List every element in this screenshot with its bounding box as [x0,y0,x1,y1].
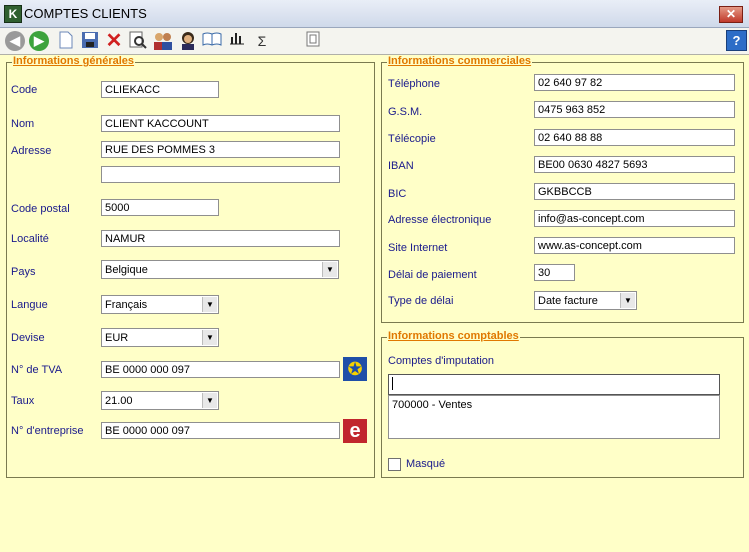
users-icon[interactable] [152,31,172,51]
commercial-info-legend: Informations commerciales [387,55,533,67]
gsm-field[interactable]: 0475 963 852 [534,101,735,118]
chevron-down-icon[interactable]: ▼ [202,297,217,312]
code-postal-label: Code postal [11,203,70,215]
chevron-down-icon[interactable]: ▼ [322,262,337,277]
site-field[interactable]: www.as-concept.com [534,237,735,254]
book-icon[interactable] [202,31,222,51]
langue-label: Langue [11,299,48,311]
adresse-label: Adresse [11,145,52,157]
back-icon[interactable]: ◀ [5,31,25,51]
eu-flag-icon[interactable]: ✪ [343,357,367,381]
pays-label: Pays [11,266,36,278]
iban-field[interactable]: BE00 0630 4827 5693 [534,156,735,173]
langue-value: Français [105,299,148,311]
toolbar: ◀ ▶ ✕ Σ ? [0,28,749,55]
imputation-input[interactable] [388,374,720,395]
code-label: Code [11,84,38,96]
devise-select[interactable]: EUR ▼ [101,328,219,347]
chart-icon[interactable] [227,31,247,51]
localite-field[interactable]: NAMUR [101,230,340,247]
email-label: Adresse électronique [388,214,492,226]
accounting-info-legend: Informations comptables [387,330,520,342]
tva-label: N° de TVA [11,364,63,376]
type-delai-value: Date facture [538,295,598,307]
adresse2-field[interactable] [101,166,340,183]
title-bar: K COMPTES CLIENTS ✕ [0,0,749,28]
chevron-down-icon[interactable]: ▼ [620,293,635,308]
enterprise-logo-icon[interactable]: e [343,419,367,443]
save-icon[interactable] [80,31,100,51]
delai-label: Délai de paiement [388,269,477,281]
list-item[interactable]: 700000 - Ventes [392,399,716,411]
code-field[interactable]: CLIEKACC [101,81,219,98]
entreprise-label: N° d'entreprise [11,425,84,437]
taux-value: 21.00 [105,395,133,407]
contact-icon[interactable] [178,31,198,51]
telecopie-label: Télécopie [388,133,436,145]
telephone-field[interactable]: 02 640 97 82 [534,74,735,91]
taux-label: Taux [11,395,35,407]
window-title: COMPTES CLIENTS [24,6,147,21]
app-logo-icon: K [4,5,22,23]
devise-value: EUR [105,332,129,344]
iban-label: IBAN [388,160,414,172]
type-delai-label: Type de délai [388,295,454,307]
telecopie-field[interactable]: 02 640 88 88 [534,129,735,146]
forward-icon[interactable]: ▶ [29,31,49,51]
gsm-label: G.S.M. [388,106,423,118]
chevron-down-icon[interactable]: ▼ [202,330,217,345]
delai-field[interactable]: 30 [534,264,575,281]
bic-label: BIC [388,188,407,200]
tva-field[interactable]: BE 0000 000 097 [101,361,340,378]
type-delai-select[interactable]: Date facture ▼ [534,291,637,310]
code-postal-field[interactable]: 5000 [101,199,219,216]
masque-label: Masqué [406,458,446,470]
close-button[interactable]: ✕ [719,6,743,23]
devise-label: Devise [11,332,45,344]
report-icon[interactable] [303,31,323,51]
site-label: Site Internet [388,242,448,254]
general-info-legend: Informations générales [12,55,136,67]
preview-icon[interactable] [128,31,148,51]
nom-field[interactable]: CLIENT KACCOUNT [101,115,340,132]
langue-select[interactable]: Français ▼ [101,295,219,314]
pays-value: Belgique [105,264,148,276]
nom-label: Nom [11,118,35,130]
imputation-list[interactable]: 700000 - Ventes [388,395,720,439]
text-caret [392,377,393,390]
bic-field[interactable]: GKBBCCB [534,183,735,200]
masque-checkbox[interactable] [388,458,401,471]
imputation-label: Comptes d'imputation [388,355,495,367]
localite-label: Localité [11,233,49,245]
sum-icon[interactable]: Σ [252,31,272,51]
adresse-field[interactable]: RUE DES POMMES 3 [101,141,340,158]
telephone-label: Téléphone [388,78,440,90]
delete-icon[interactable]: ✕ [104,31,124,51]
pays-select[interactable]: Belgique ▼ [101,260,339,279]
new-document-icon[interactable] [56,31,76,51]
entreprise-field[interactable]: BE 0000 000 097 [101,422,340,439]
email-field[interactable]: info@as-concept.com [534,210,735,227]
chevron-down-icon[interactable]: ▼ [202,393,217,408]
taux-select[interactable]: 21.00 ▼ [101,391,219,410]
help-button[interactable]: ? [726,30,747,51]
